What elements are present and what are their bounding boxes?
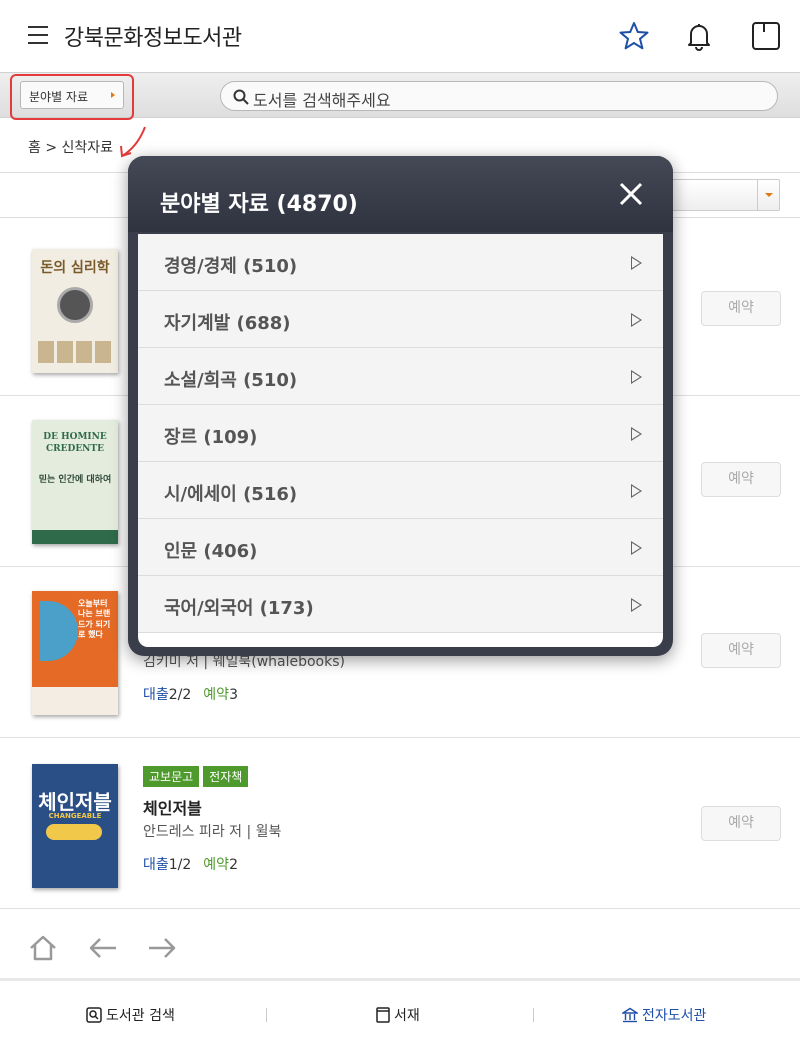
book-icon <box>376 1007 390 1023</box>
book-cover: 오늘부터 나는 브랜드가 되기로 했다 <box>32 591 118 715</box>
book-tags: 교보문고 전자책 <box>143 766 249 787</box>
play-arrow-icon <box>631 598 642 612</box>
tab-bookshelf[interactable]: 서재 <box>376 1005 420 1025</box>
close-icon[interactable] <box>618 181 644 207</box>
modal-title: 분야별 자료 (4870) <box>160 192 358 217</box>
book-author-publisher: 안드레스 피라 저 | 윌북 <box>143 824 282 840</box>
modal-header: 분야별 자료 (4870) <box>128 156 673 232</box>
category-list: 경영/경제 (510) 자기계발 (688) 소설/희곡 (510) 장르 (1… <box>138 234 663 647</box>
annotation-highlight-box <box>10 74 134 120</box>
chevron-down-icon <box>757 180 779 210</box>
reserve-button[interactable]: 예약 <box>701 291 781 326</box>
reserve-button[interactable]: 예약 <box>701 633 781 668</box>
play-arrow-icon <box>631 370 642 384</box>
tab-divider <box>266 1008 267 1022</box>
tag-badge: 교보문고 <box>143 766 200 787</box>
category-modal: 분야별 자료 (4870) 경영/경제 (510) 자기계발 (688) 소설/… <box>128 156 673 656</box>
tabs-icon[interactable] <box>750 20 782 52</box>
tab-library-search[interactable]: 도서관 검색 <box>86 1005 175 1025</box>
search-icon <box>86 1007 102 1023</box>
menu-icon[interactable] <box>28 26 48 44</box>
star-icon[interactable] <box>618 20 650 52</box>
list-item[interactable]: 체인저블 CHANGEABLE 교보문고 전자책 체인저블 안드레스 피라 저 … <box>0 738 800 909</box>
bell-icon[interactable] <box>683 20 715 52</box>
search-icon <box>233 89 249 105</box>
category-item[interactable]: 소설/희곡 (510) <box>138 348 663 405</box>
category-item[interactable]: 장르 (109) <box>138 405 663 462</box>
forward-arrow-icon[interactable] <box>147 936 177 960</box>
tab-divider <box>533 1008 534 1022</box>
book-availability: 대출2/2 예약3 <box>143 687 238 703</box>
play-arrow-icon <box>631 313 642 327</box>
browser-nav-bar <box>0 912 800 978</box>
home-icon[interactable] <box>28 934 58 962</box>
book-cover: DE HOMINE CREDENTE 믿는 인간에 대하여 <box>32 420 118 544</box>
tab-e-library[interactable]: 전자도서관 <box>622 1005 706 1025</box>
category-item[interactable]: 시/에세이 (516) <box>138 462 663 519</box>
play-arrow-icon <box>631 541 642 555</box>
category-item[interactable]: 자기계발 (688) <box>138 291 663 348</box>
category-item[interactable]: 인문 (406) <box>138 519 663 576</box>
play-arrow-icon <box>631 484 642 498</box>
category-item[interactable]: 경영/경제 (510) <box>138 234 663 291</box>
search-input[interactable]: 도서를 검색해주세요 <box>220 81 778 111</box>
page-title: 강북문화정보도서관 <box>64 26 242 51</box>
search-placeholder: 도서를 검색해주세요 <box>253 91 391 110</box>
book-availability: 대출1/2 예약2 <box>143 857 238 873</box>
cover-art <box>57 287 93 323</box>
book-cover: 체인저블 CHANGEABLE <box>32 764 118 888</box>
reserve-button[interactable]: 예약 <box>701 462 781 497</box>
book-cover: 돈의 심리학 <box>32 249 118 373</box>
app-header: 강북문화정보도서관 <box>0 0 800 72</box>
play-arrow-icon <box>631 256 642 270</box>
reserve-button[interactable]: 예약 <box>701 806 781 841</box>
back-arrow-icon[interactable] <box>88 936 118 960</box>
category-item[interactable]: 국어/외국어 (173) <box>138 576 663 633</box>
bottom-tab-bar: 도서관 검색 서재 전자도서관 <box>0 978 800 1045</box>
breadcrumb: 홈 > 신착자료 <box>28 140 114 156</box>
play-arrow-icon <box>631 427 642 441</box>
library-icon <box>622 1007 638 1023</box>
book-title[interactable]: 체인저블 <box>143 795 202 819</box>
tag-badge: 전자책 <box>203 766 249 787</box>
